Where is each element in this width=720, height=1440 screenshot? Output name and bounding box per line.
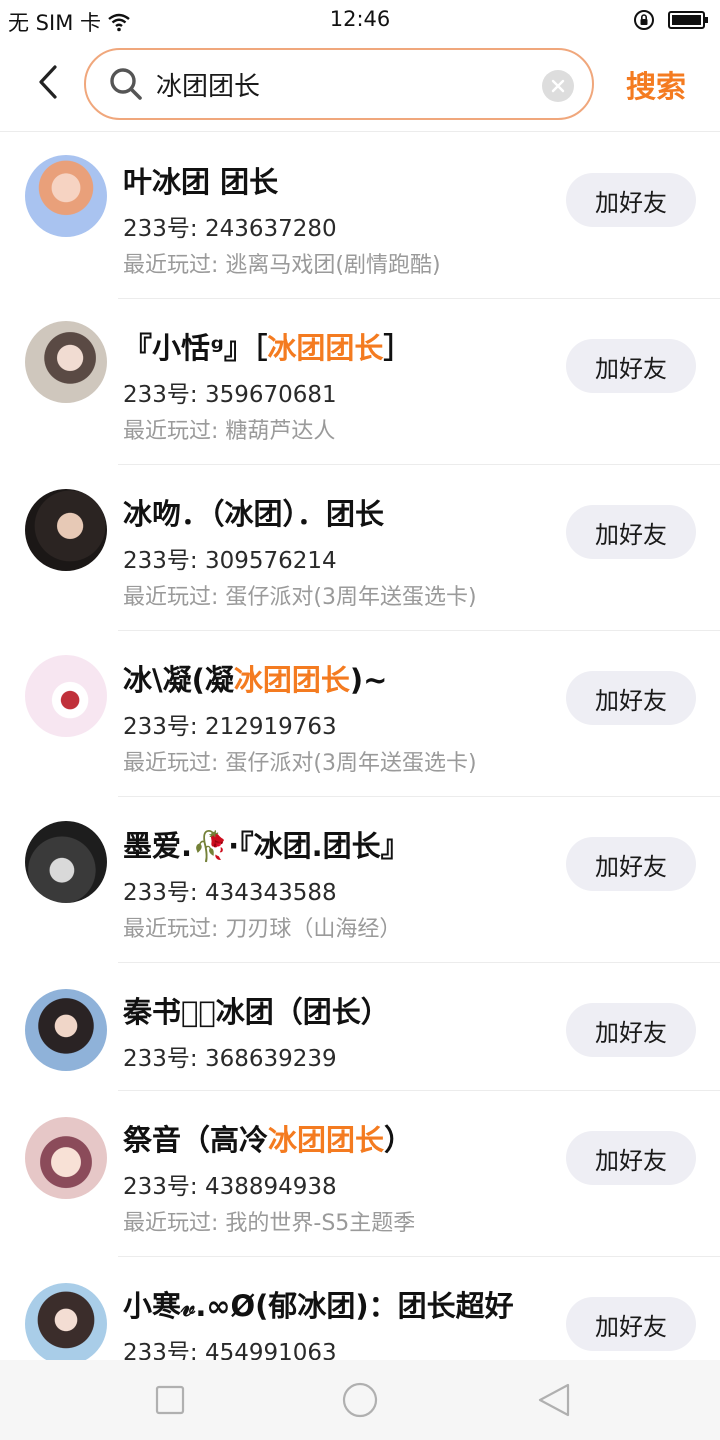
recent-played: 最近玩过: 蛋仔派对(3周年送蛋选卡)	[123, 751, 477, 776]
add-friend-button[interactable]: 加好友	[566, 505, 696, 559]
avatar	[25, 489, 107, 571]
search-icon	[110, 68, 142, 100]
status-time: 12:46	[329, 7, 391, 31]
user-name: 墨爱.🥀·『冰团.团长』	[123, 829, 410, 863]
list-item[interactable]: 冰吻．（冰团）．团长 233号: 309576214 最近玩过: 蛋仔派对(3周…	[0, 465, 720, 631]
list-item[interactable]: 祭音（高冷冰团团长） 233号: 438894938 最近玩过: 我的世界-S5…	[0, 1091, 720, 1257]
circle-icon	[342, 1382, 378, 1418]
recent-played: 最近玩过: 逃离马戏团(剧情跑酷)	[123, 253, 441, 278]
search-input[interactable]	[156, 60, 536, 108]
add-friend-button[interactable]: 加好友	[566, 1131, 696, 1185]
avatar	[25, 155, 107, 237]
user-id: 233号: 434343588	[123, 880, 337, 906]
user-id: 233号: 309576214	[123, 548, 337, 574]
square-icon	[155, 1385, 185, 1415]
add-friend-button[interactable]: 加好友	[566, 173, 696, 227]
search-button[interactable]: 搜索	[626, 62, 686, 106]
avatar	[25, 821, 107, 903]
user-id: 233号: 454991063	[123, 1340, 337, 1360]
list-item[interactable]: 秦书忆⃟冰团（团长） 233号: 368639239 加好友	[0, 963, 720, 1091]
list-item[interactable]: 小寒𝓋.∞Ø(郁冰团)：团长超好 233号: 454991063 加好友	[0, 1257, 720, 1360]
home-button[interactable]	[340, 1380, 380, 1420]
user-name: 祭音（高冷冰团团长）	[123, 1123, 414, 1157]
avatar	[25, 655, 107, 737]
recent-played: 最近玩过: 蛋仔派对(3周年送蛋选卡)	[123, 585, 477, 610]
recent-played: 最近玩过: 刀刃球（山海经）	[123, 917, 402, 942]
add-friend-button[interactable]: 加好友	[566, 837, 696, 891]
close-icon	[551, 79, 565, 93]
chevron-left-icon	[39, 65, 57, 99]
navigation-bar	[0, 1360, 720, 1440]
system-back-button[interactable]	[534, 1380, 574, 1420]
user-name: 冰\凝(凝冰团团长)~	[123, 663, 388, 697]
avatar	[25, 989, 107, 1071]
add-friend-button[interactable]: 加好友	[566, 1297, 696, 1351]
search-header: 搜索	[0, 40, 720, 132]
add-friend-button[interactable]: 加好友	[566, 671, 696, 725]
triangle-back-icon	[538, 1383, 570, 1417]
user-id: 233号: 438894938	[123, 1174, 337, 1200]
user-name: 小寒𝓋.∞Ø(郁冰团)：团长超好	[123, 1289, 514, 1323]
list-item[interactable]: 冰\凝(凝冰团团长)~ 233号: 212919763 最近玩过: 蛋仔派对(3…	[0, 631, 720, 797]
user-id: 233号: 212919763	[123, 714, 337, 740]
user-id: 233号: 243637280	[123, 216, 337, 242]
avatar	[25, 321, 107, 403]
user-id: 233号: 359670681	[123, 382, 337, 408]
search-box[interactable]	[84, 48, 594, 120]
list-item[interactable]: 叶冰团 团长 233号: 243637280 最近玩过: 逃离马戏团(剧情跑酷)…	[0, 133, 720, 299]
list-item[interactable]: 『小恬ᵍ』［冰团团长］ 233号: 359670681 最近玩过: 糖葫芦达人 …	[0, 299, 720, 465]
rotation-lock-icon	[634, 10, 654, 30]
clear-button[interactable]	[542, 70, 574, 102]
back-button[interactable]	[28, 62, 68, 102]
status-right	[632, 8, 710, 32]
user-name: 秦书忆⃟冰团（团长）	[123, 995, 390, 1029]
result-list: 叶冰团 团长 233号: 243637280 最近玩过: 逃离马戏团(剧情跑酷)…	[0, 133, 720, 1360]
avatar	[25, 1117, 107, 1199]
recent-played: 最近玩过: 我的世界-S5主题季	[123, 1211, 416, 1236]
user-name: 冰吻．（冰团）．团长	[123, 497, 385, 531]
add-friend-button[interactable]: 加好友	[566, 1003, 696, 1057]
battery-icon	[668, 11, 708, 29]
add-friend-button[interactable]: 加好友	[566, 339, 696, 393]
list-item[interactable]: 墨爱.🥀·『冰团.团长』 233号: 434343588 最近玩过: 刀刃球（山…	[0, 797, 720, 963]
avatar	[25, 1283, 107, 1360]
status-bar: 无 SIM 卡 12:46	[0, 0, 720, 40]
user-name: 『小恬ᵍ』［冰团团长］	[123, 331, 413, 365]
recent-played: 最近玩过: 糖葫芦达人	[123, 419, 336, 444]
recent-apps-button[interactable]	[150, 1380, 190, 1420]
user-id: 233号: 368639239	[123, 1046, 337, 1072]
user-name: 叶冰团 团长	[123, 165, 279, 199]
